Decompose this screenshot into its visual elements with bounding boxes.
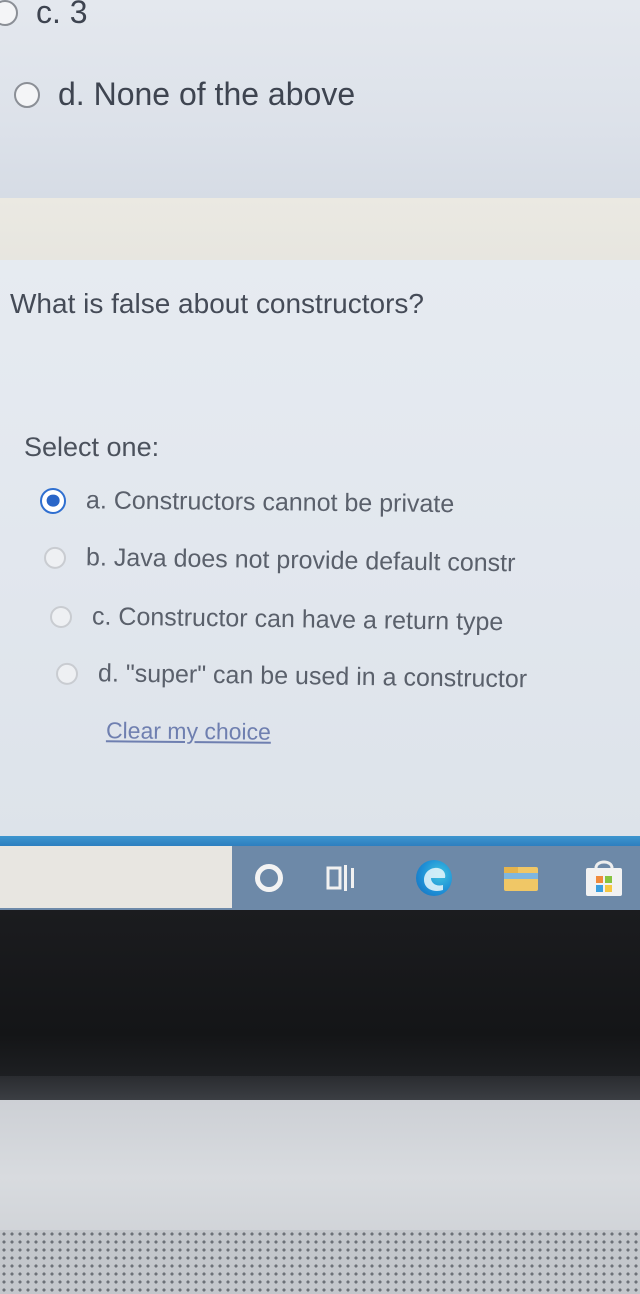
option-b-label: b. Java does not provide default constr [85, 543, 516, 578]
previous-question: c. 3 d. None of the above [0, 0, 640, 198]
radio-option-a[interactable] [39, 487, 67, 514]
taskbar-accent-line [0, 836, 640, 846]
option-a[interactable]: a. Constructors cannot be private [39, 486, 455, 519]
store-glyph [586, 860, 622, 896]
cortana-icon[interactable] [255, 864, 283, 892]
question-card: What is false about constructors? Select… [0, 260, 640, 840]
bezel-edge [0, 1076, 640, 1100]
taskbar [0, 846, 640, 910]
store-icon[interactable] [582, 858, 626, 898]
question-separator [0, 198, 640, 260]
option-b[interactable]: b. Java does not provide default constr [43, 543, 516, 579]
task-view-glyph [326, 865, 354, 891]
prev-option-c[interactable]: c. 3 [0, 0, 88, 31]
explorer-glyph [504, 867, 538, 891]
option-a-label: a. Constructors cannot be private [85, 486, 455, 519]
edge-glyph [424, 867, 446, 891]
screen-bezel [0, 910, 640, 1088]
taskbar-search-box[interactable] [0, 846, 232, 908]
question-text: What is false about constructors? [10, 288, 424, 319]
prev-option-c-label: c. 3 [36, 0, 88, 30]
clear-choice-link[interactable]: Clear my choice [106, 717, 271, 745]
speaker-grille [0, 1230, 640, 1294]
prev-option-d[interactable]: d. None of the above [14, 76, 355, 113]
radio-option-c[interactable] [49, 605, 73, 628]
option-c-label: c. Constructor can have a return type [91, 602, 504, 637]
prev-option-d-label: d. None of the above [58, 76, 356, 112]
edge-icon[interactable] [416, 860, 452, 896]
option-d[interactable]: d. "super" can be used in a constructor [55, 659, 528, 695]
task-view-icon[interactable] [326, 862, 360, 894]
radio-option-b[interactable] [43, 546, 67, 569]
file-explorer-icon[interactable] [500, 862, 542, 894]
select-one-label: Select one: [24, 432, 160, 462]
radio-prev-d[interactable] [14, 81, 40, 108]
radio-prev-c[interactable] [0, 0, 18, 26]
radio-option-d[interactable] [55, 662, 79, 685]
option-d-label: d. "super" can be used in a constructor [97, 659, 528, 694]
option-c[interactable]: c. Constructor can have a return type [49, 602, 504, 637]
